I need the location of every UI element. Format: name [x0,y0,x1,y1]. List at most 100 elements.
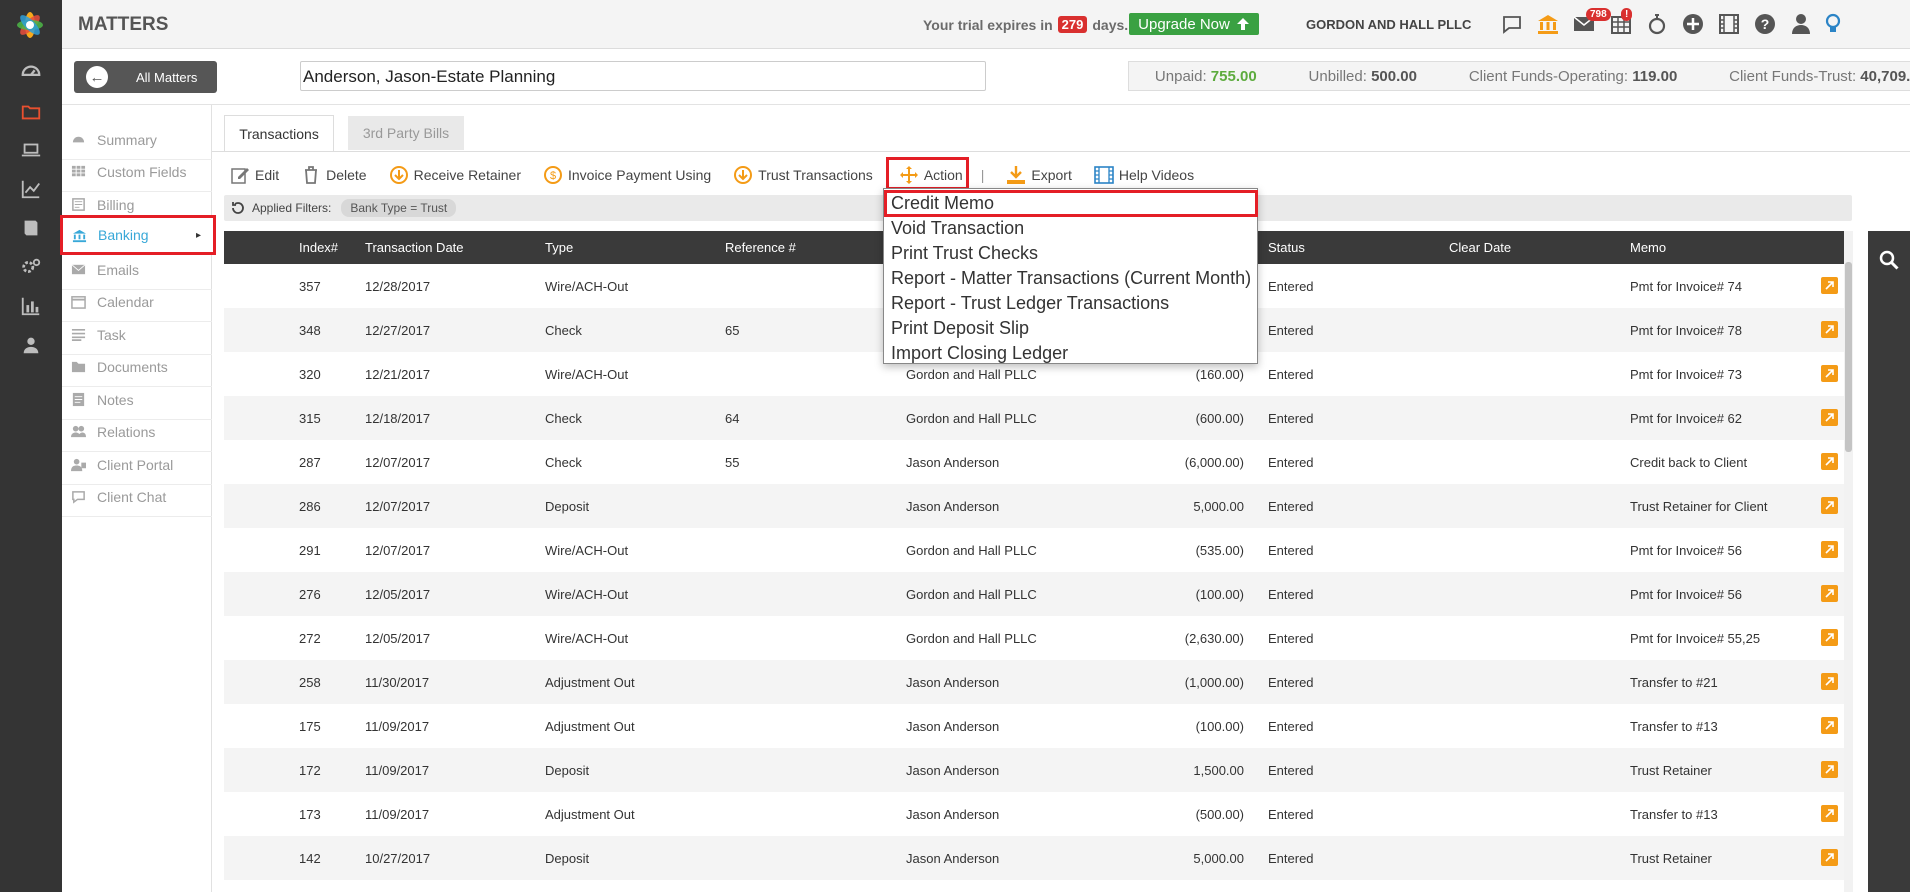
cell-memo: Pmt for Invoice# 56 [1630,587,1742,602]
cell-status: Entered [1268,631,1314,646]
cell-status: Entered [1268,499,1314,514]
search-icon[interactable] [1878,249,1900,271]
user-icon[interactable] [0,334,62,356]
open-transaction-icon[interactable] [1821,761,1838,778]
col-header-index[interactable]: Index# [299,240,338,255]
col-header-reference[interactable]: Reference # [725,240,796,255]
edit-button[interactable]: Edit [230,165,279,185]
sidebar-item-banking[interactable]: Banking ▸ [60,215,216,255]
table-row[interactable]: 175 11/09/2017 Adjustment Out Jason Anderso… [224,704,1844,748]
sidebar-item-label: Summary [97,131,157,148]
chat-bubble-icon[interactable] [1498,10,1526,38]
open-transaction-icon[interactable] [1821,541,1838,558]
table-row[interactable]: 258 11/30/2017 Adjustment Out Jason Anderso… [224,660,1844,704]
cell-payee: Gordon and Hall PLLC [906,411,1037,426]
cell-payee: Jason Anderson [906,807,1000,822]
tab-transactions[interactable]: Transactions [224,115,334,151]
open-transaction-icon[interactable] [1821,453,1838,470]
table-row[interactable]: 142 10/27/2017 Deposit Jason Anderson 5,000.… [224,836,1844,880]
transaction-toolbar: Edit Delete Receive Retainer $ Invoice Pa… [230,162,1216,188]
sidebar-item-client-chat[interactable]: Client Chat [62,477,212,517]
stopwatch-icon[interactable] [1643,10,1671,38]
col-header-clear-date[interactable]: Clear Date [1449,240,1511,255]
gears-icon[interactable] [0,256,62,278]
table-row[interactable]: 287 12/07/2017 Check 55 Jason Anderson (6,000… [224,440,1844,484]
action-dropdown-menu: Credit Memo Void Transaction Print Trust C… [883,188,1258,364]
delete-button[interactable]: Delete [301,165,367,185]
tab-third-party-bills[interactable]: 3rd Party Bills [348,116,464,150]
open-transaction-icon[interactable] [1821,497,1838,514]
table-row[interactable]: 272 12/05/2017 Wire/ACH-Out Gordon and Hall… [224,616,1844,660]
trust-value: 40,709.19 [1860,67,1910,85]
cell-amount: (160.00) [1195,367,1244,382]
mail-icon[interactable]: 798 [1570,8,1611,38]
lightbulb-icon[interactable] [1819,10,1847,38]
menu-item-report-matter-transactions-current-month[interactable]: Report - Matter Transactions (Current Mo… [891,268,1251,293]
open-transaction-icon[interactable] [1821,805,1838,822]
open-transaction-icon[interactable] [1821,673,1838,690]
cell-payee: Gordon and Hall PLLC [906,631,1037,646]
cell-amount: (500.00) [1195,807,1244,822]
cell-date: 12/05/2017 [365,631,431,646]
bank-icon[interactable] [1534,10,1562,38]
back-arrow-icon: ← [86,66,108,88]
add-circle-icon[interactable] [1679,10,1707,38]
open-transaction-icon[interactable] [1821,629,1838,646]
table-row[interactable]: 315 12/18/2017 Check 64 Gordon and Hall PLLC… [224,396,1844,440]
calendar-grid-icon[interactable]: ! [1607,8,1635,38]
cell-payee: Gordon and Hall PLLC [906,543,1037,558]
chart-line-icon[interactable] [0,178,62,200]
menu-item-print-deposit-slip[interactable]: Print Deposit Slip [891,318,1029,343]
cell-type: Wire/ACH-Out [545,543,629,558]
bar-chart-icon[interactable] [0,295,62,317]
upgrade-now-button[interactable]: Upgrade Now [1129,13,1259,35]
matter-name-field[interactable]: Anderson, Jason-Estate Planning [300,61,986,91]
col-header-type[interactable]: Type [545,240,573,255]
open-transaction-icon[interactable] [1821,277,1838,294]
refresh-icon[interactable] [230,200,246,216]
trust-transactions-button[interactable]: Trust Transactions [733,165,873,185]
table-row[interactable]: 276 12/05/2017 Wire/ACH-Out Gordon and Hall… [224,572,1844,616]
menu-item-report-trust-ledger-transactions[interactable]: Report - Trust Ledger Transactions [891,293,1169,318]
scrollbar-thumb[interactable] [1845,262,1852,452]
table-row[interactable]: 286 12/07/2017 Deposit Jason Anderson 5,000.… [224,484,1844,528]
book-icon[interactable] [0,217,62,239]
help-videos-button[interactable]: Help Videos [1094,165,1194,185]
dashboard-icon[interactable] [0,62,62,84]
invoice-payment-button[interactable]: $ Invoice Payment Using [543,165,711,185]
menu-item-void-transaction[interactable]: Void Transaction [891,218,1024,243]
profile-icon[interactable] [1787,10,1815,38]
open-transaction-icon[interactable] [1821,585,1838,602]
open-transaction-icon[interactable] [1821,849,1838,866]
all-matters-button[interactable]: ← All Matters [74,61,217,93]
col-header-memo[interactable]: Memo [1630,240,1666,255]
open-transaction-icon[interactable] [1821,321,1838,338]
cell-index: 172 [299,763,321,778]
menu-item-print-trust-checks[interactable]: Print Trust Checks [891,243,1038,268]
table-row[interactable]: 172 11/09/2017 Deposit Jason Anderson 1,500.… [224,748,1844,792]
laptop-icon[interactable] [0,139,62,161]
cell-type: Adjustment Out [545,675,635,690]
menu-item-credit-memo[interactable]: Credit Memo [891,193,994,218]
open-transaction-icon[interactable] [1821,365,1838,382]
table-row[interactable]: 173 11/09/2017 Adjustment Out Jason Anderso… [224,792,1844,836]
open-transaction-icon[interactable] [1821,717,1838,734]
menu-item-import-closing-ledger[interactable]: Import Closing Ledger [891,343,1068,368]
toolbar-separator: | [980,167,985,183]
filter-chip[interactable]: Bank Type = Trust [341,199,457,217]
receive-retainer-button[interactable]: Receive Retainer [389,165,521,185]
cell-amount: 1,500.00 [1193,763,1244,778]
app-logo[interactable] [11,6,49,44]
sidebar-item-label: Notes [97,391,134,408]
film-icon[interactable] [1715,10,1743,38]
open-transaction-icon[interactable] [1821,409,1838,426]
col-header-status[interactable]: Status [1268,240,1305,255]
folder-icon[interactable] [0,101,62,123]
col-header-date[interactable]: Transaction Date [365,240,464,255]
cell-amount: (600.00) [1195,411,1244,426]
export-button[interactable]: Export [1006,165,1072,185]
table-row[interactable]: 291 12/07/2017 Wire/ACH-Out Gordon and Hall… [224,528,1844,572]
cell-memo: Transfer to #13 [1630,719,1718,734]
help-icon[interactable]: ? [1751,10,1779,38]
export-label: Export [1031,167,1072,183]
